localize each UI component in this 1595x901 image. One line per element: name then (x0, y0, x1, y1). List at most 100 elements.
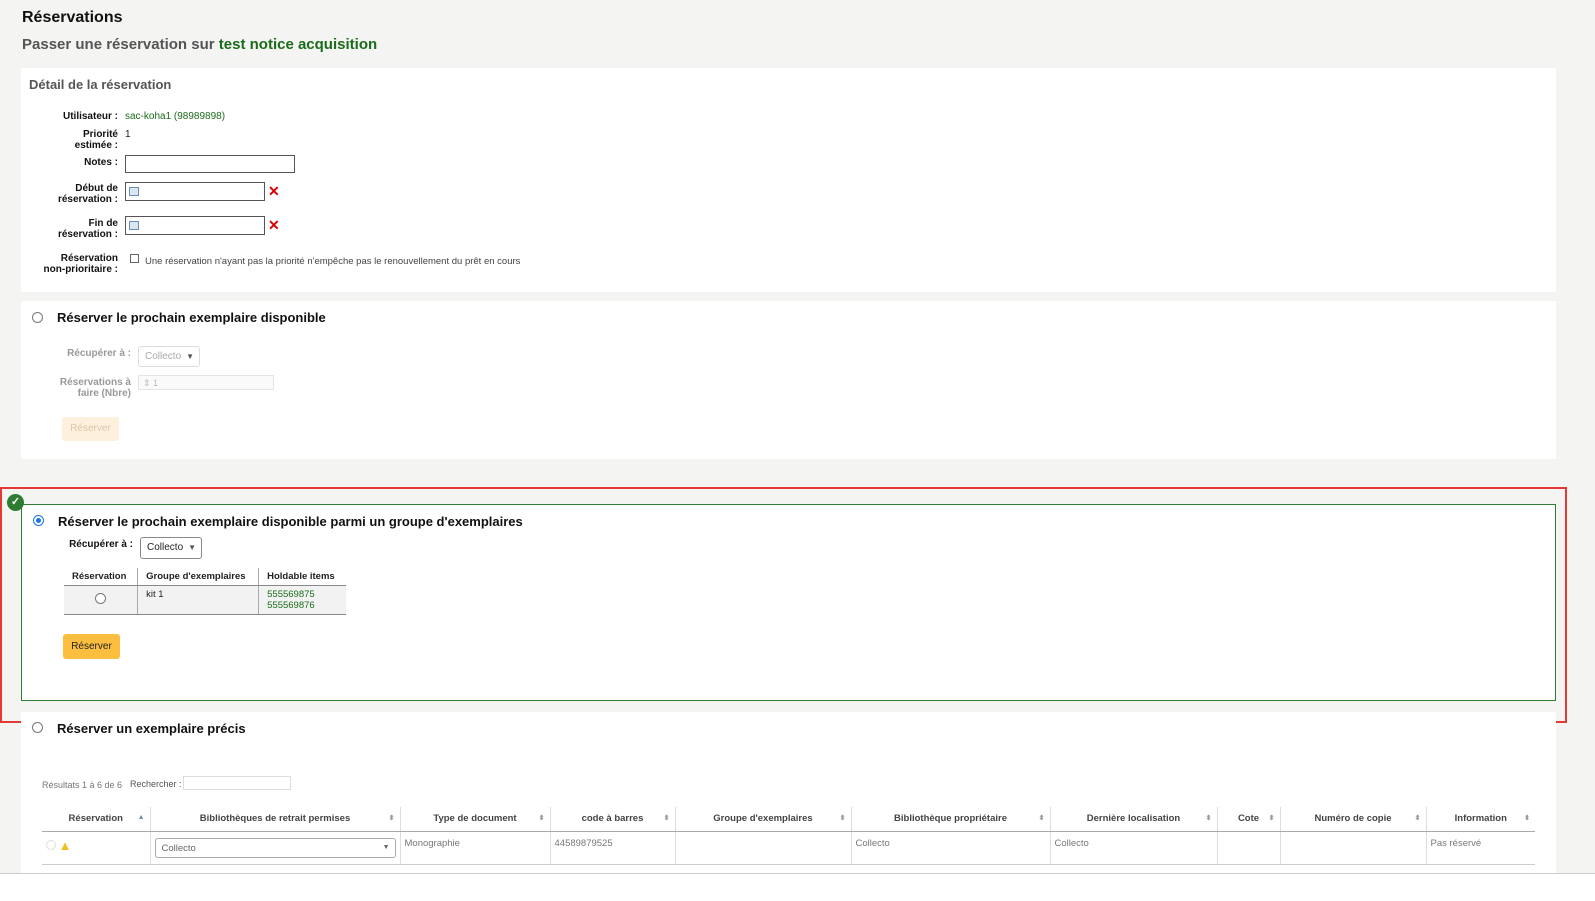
column-label: Numéro de copie (1314, 813, 1392, 825)
item-group-reserve-button[interactable]: Réserver (63, 634, 120, 659)
start-date-label-line1: Début de (75, 183, 118, 194)
sort-icon: ⬍ (1205, 815, 1212, 822)
user-link[interactable]: sac-koha1 (98989898) (125, 111, 225, 122)
results-info: Résultats 1 à 6 de 6 (42, 780, 123, 790)
chevron-down-icon: ▼ (382, 843, 390, 851)
column-header-item-group[interactable]: Groupe d'exemplaires ⬍ (674, 807, 851, 832)
priority-label-line2: estimée : (74, 140, 118, 151)
group-pickup-value: Collecto (147, 542, 184, 553)
next-available-reserve-button[interactable]: Réserver (62, 417, 119, 441)
sort-icon: ⬍ (1414, 815, 1421, 822)
end-date-label: Fin de réservation : (21, 218, 118, 240)
next-available-radio[interactable] (32, 312, 43, 323)
item-group-cell: kit 1 (137, 585, 259, 615)
sort-icon: ⬍ (839, 815, 846, 822)
holdable-items-cell: 555569875 555569876 (258, 585, 346, 615)
start-date-label: Début de réservation : (21, 183, 118, 205)
column-header-pickup-libraries[interactable]: Bibliothèques de retrait permises ⬍ (149, 807, 400, 832)
column-header-document-type[interactable]: Type de document ⬍ (399, 807, 550, 832)
pickup-cell: Collecto ▼ (149, 831, 400, 865)
group-pickup-select[interactable]: Collecto ▼ (140, 537, 202, 559)
reservation-count-label: Réservations à faire (Nbre) (21, 377, 131, 399)
column-label: Groupe d'exemplaires (713, 813, 813, 825)
sort-icon: ⬍ (1524, 815, 1530, 822)
next-pickup-value: Collecto (145, 351, 182, 362)
table-row: ▲ Collecto ▼ Monographie 44589879525 Col… (42, 831, 1535, 865)
item-group-title: Réserver le prochain exemplaire disponib… (58, 514, 523, 529)
item-group-panel: Réserver le prochain exemplaire disponib… (21, 504, 1556, 701)
reservation-count-value: 1 (153, 378, 159, 388)
start-date-input[interactable] (125, 182, 265, 201)
column-header-owner-library[interactable]: Bibliothèque propriétaire ⬍ (850, 807, 1050, 832)
clear-start-date-icon[interactable]: ✕ (268, 183, 280, 200)
column-label: Bibliothèque propriétaire (894, 813, 1007, 825)
column-header-item-group: Groupe d'exemplaires (137, 568, 259, 586)
next-pickup-label: Récupérer à : (67, 348, 131, 359)
column-label: Bibliothèques de retrait permises (199, 813, 351, 825)
reservation-cell: ▲ (42, 831, 150, 865)
end-date-label-line2: réservation : (57, 229, 118, 240)
items-table: Réservation ▲ Bibliothèques de retrait pe… (42, 807, 1535, 865)
user-label: Utilisateur : (62, 111, 118, 122)
document-type-cell: Monographie (399, 831, 550, 865)
reservation-count-label-line2: faire (Nbre) (77, 388, 131, 399)
end-date-input[interactable] (125, 216, 265, 235)
search-label: Rechercher : (130, 779, 182, 789)
sort-icon: ⬍ (1038, 815, 1045, 822)
row-pickup-select[interactable]: Collecto ▼ (154, 837, 396, 858)
holdable-item-link[interactable]: 555569875 (267, 589, 338, 600)
column-header-last-location[interactable]: Dernière localisation ⬍ (1049, 807, 1217, 832)
column-label: code à barres (581, 813, 644, 825)
sort-icon: ⬍ (663, 815, 670, 822)
row-pickup-value: Collecto (161, 842, 196, 854)
last-location-cell: Collecto (1049, 831, 1217, 865)
callnumber-cell (1216, 831, 1280, 865)
notes-textarea[interactable] (125, 155, 295, 173)
specific-item-title: Réserver un exemplaire précis (57, 721, 246, 736)
item-group-radio[interactable] (33, 515, 44, 526)
holdable-item-link[interactable]: 555569876 (267, 600, 338, 611)
next-available-title: Réserver le prochain exemplaire disponib… (57, 310, 326, 325)
chevron-down-icon: ▼ (188, 543, 196, 552)
search-input[interactable] (183, 776, 291, 790)
chevron-down-icon: ▼ (186, 352, 194, 361)
next-available-panel: Réserver le prochain exemplaire disponib… (21, 301, 1556, 459)
calendar-icon[interactable] (129, 187, 139, 196)
owner-library-cell: Collecto (850, 831, 1050, 865)
non-priority-text: Une réservation n'ayant pas la priorité … (145, 256, 521, 267)
group-row-radio[interactable] (95, 593, 107, 604)
column-header-callnumber[interactable]: Cote ⬍ (1216, 807, 1280, 832)
column-header-copy-number[interactable]: Numéro de copie ⬍ (1279, 807, 1426, 832)
sort-asc-icon: ▲ (137, 814, 145, 821)
start-date-label-line2: réservation : (57, 194, 118, 205)
next-pickup-select[interactable]: Collecto ▼ (138, 346, 200, 367)
item-group-cell (674, 831, 851, 865)
column-label: Réservation (68, 813, 123, 825)
hold-detail-title: Détail de la réservation (29, 77, 172, 92)
sort-icon: ⬍ (538, 815, 545, 822)
page-title: Réservations (22, 9, 123, 26)
reservation-count-input[interactable]: ⇕ 1 (138, 375, 274, 390)
page-bottom-edge (0, 873, 1595, 901)
column-label: Information (1454, 813, 1507, 825)
specific-item-radio[interactable] (32, 722, 43, 733)
sort-icon: ⬍ (1268, 815, 1275, 822)
reservation-cell (64, 585, 138, 615)
non-priority-label-line1: Réservation (60, 253, 118, 264)
barcode-cell: 44589879525 (549, 831, 675, 865)
column-header-barcode[interactable]: code à barres ⬍ (549, 807, 675, 832)
column-header-information[interactable]: Information ⬍ (1425, 807, 1535, 832)
record-title-link[interactable]: test notice acquisition (219, 36, 377, 53)
column-header-reservation[interactable]: Réservation ▲ (42, 807, 150, 832)
non-priority-checkbox[interactable] (130, 254, 139, 263)
clear-end-date-icon[interactable]: ✕ (268, 217, 280, 234)
column-header-holdable-items: Holdable items (258, 568, 346, 586)
warning-icon: ▲ (58, 837, 72, 853)
row-radio[interactable] (46, 840, 56, 850)
subtitle-prefix: Passer une réservation sur (22, 36, 215, 53)
group-pickup-label: Récupérer à : (69, 539, 133, 550)
reservation-count-label-line1: Réservations à (59, 377, 131, 388)
calendar-icon[interactable] (129, 221, 139, 230)
item-group-table: Réservation Groupe d'exemplaires Holdabl… (64, 568, 346, 615)
copy-number-cell (1279, 831, 1426, 865)
